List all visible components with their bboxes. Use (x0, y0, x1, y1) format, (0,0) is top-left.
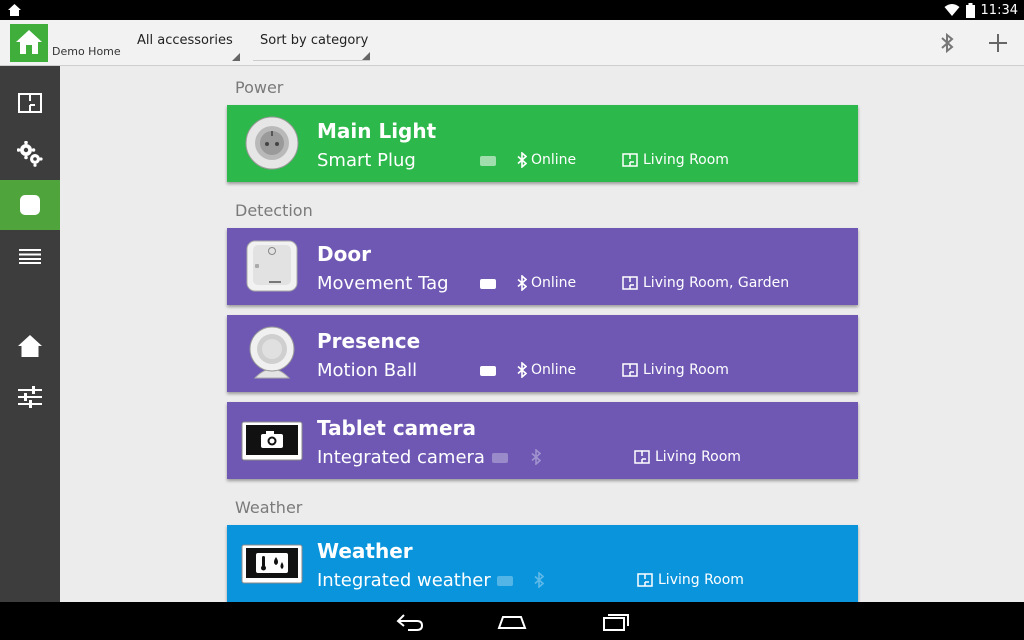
accessory-card-weather[interactable]: Weather Integrated weather Living Room (227, 525, 858, 602)
status-bar: 11:34 (0, 0, 1024, 20)
room-icon (622, 276, 638, 290)
connection-status: Online (517, 152, 576, 168)
room-text: Living Room (655, 449, 741, 465)
room-label: Living Room (622, 362, 729, 378)
sidebar-item-list[interactable] (0, 231, 60, 281)
system-nav-bar (0, 602, 1024, 640)
room-label: Living Room (637, 572, 744, 588)
sidebar (0, 66, 60, 602)
app-name: Demo Home (52, 45, 121, 58)
sidebar-item-floorplan[interactable] (0, 78, 60, 128)
sort-dropdown[interactable]: Sort by category (253, 33, 370, 61)
home-button[interactable] (497, 610, 527, 632)
bluetooth-icon (517, 275, 527, 291)
accessory-card-presence[interactable]: Presence Motion Ball Online Living Room (227, 315, 858, 392)
home-notification-icon (8, 4, 21, 16)
room-label: Living Room (634, 449, 741, 465)
status-label: Online (531, 362, 577, 378)
sort-label: Sort by category (260, 33, 369, 48)
gears-icon (17, 141, 43, 167)
room-icon (622, 153, 638, 167)
room-label: Living Room (622, 152, 729, 168)
connection-status (534, 572, 548, 588)
recents-button[interactable] (601, 610, 631, 632)
room-text: Living Room (643, 362, 729, 378)
section-title-weather: Weather (235, 498, 303, 517)
add-button[interactable] (985, 30, 1011, 56)
battery-icon (492, 453, 508, 463)
battery-icon (480, 366, 496, 376)
accessory-card-door[interactable]: Door Movement Tag Online Living Room, Ga… (227, 228, 858, 305)
accessory-name: Door (317, 242, 371, 266)
movement-tag-image (246, 240, 298, 292)
accessory-card-main-light[interactable]: Main Light Smart Plug Online Living Room (227, 105, 858, 182)
room-label: Living Room, Garden (622, 275, 789, 291)
bluetooth-icon (517, 362, 527, 378)
home-icon (18, 335, 42, 357)
section-title-detection: Detection (235, 201, 313, 220)
accessory-name: Tablet camera (317, 416, 476, 440)
accessory-type: Integrated camera (317, 447, 485, 468)
room-text: Living Room (658, 572, 744, 588)
wifi-icon (944, 4, 960, 16)
app-logo[interactable] (10, 24, 48, 62)
accessories-filter-dropdown[interactable]: All accessories (137, 33, 240, 61)
accessory-type: Movement Tag (317, 273, 449, 294)
dropdown-arrow-icon (232, 53, 240, 61)
room-icon (637, 573, 653, 587)
accessory-type: Smart Plug (317, 150, 416, 171)
sidebar-item-settings[interactable] (0, 372, 60, 422)
back-button[interactable] (395, 610, 425, 632)
smart-plug-image (245, 116, 299, 170)
device-icon (20, 195, 40, 215)
motion-ball-image (249, 326, 295, 379)
status-label: Online (531, 275, 577, 291)
list-icon (19, 249, 41, 264)
battery-icon (480, 279, 496, 289)
accessory-list[interactable]: Power Main Light Smart Plug Online Livin… (61, 66, 1024, 602)
connection-status: Online (517, 275, 576, 291)
accessory-name: Main Light (317, 119, 437, 143)
bluetooth-icon (531, 449, 541, 465)
sidebar-item-devices[interactable] (0, 180, 60, 230)
room-icon (622, 363, 638, 377)
battery-icon (497, 576, 513, 586)
accessory-name: Presence (317, 329, 421, 353)
status-time: 11:34 (980, 2, 1018, 18)
home-logo-icon (16, 30, 42, 54)
bluetooth-icon (534, 572, 544, 588)
weather-station-image (241, 544, 303, 584)
room-text: Living Room (643, 152, 729, 168)
sliders-icon (18, 386, 42, 408)
connection-status: Online (517, 362, 576, 378)
bluetooth-button[interactable] (934, 30, 960, 56)
section-title-power: Power (235, 78, 284, 97)
battery-icon (480, 156, 496, 166)
accessory-type: Motion Ball (317, 360, 418, 381)
battery-icon (965, 2, 975, 18)
sidebar-item-home[interactable] (0, 321, 60, 371)
accessory-type: Integrated weather (317, 570, 491, 591)
room-icon (634, 450, 650, 464)
bluetooth-icon (517, 152, 527, 168)
accessories-filter-label: All accessories (137, 33, 233, 48)
tablet-camera-image (241, 421, 303, 461)
connection-status (531, 449, 545, 465)
status-label: Online (531, 152, 577, 168)
floorplan-icon (18, 93, 42, 113)
sidebar-item-automation[interactable] (0, 129, 60, 179)
dropdown-arrow-icon (362, 52, 370, 60)
accessory-card-tablet-camera[interactable]: Tablet camera Integrated camera Living R… (227, 402, 858, 479)
action-bar: Demo Home All accessories Sort by catego… (0, 20, 1024, 66)
accessory-name: Weather (317, 539, 413, 563)
room-text: Living Room, Garden (643, 275, 790, 291)
